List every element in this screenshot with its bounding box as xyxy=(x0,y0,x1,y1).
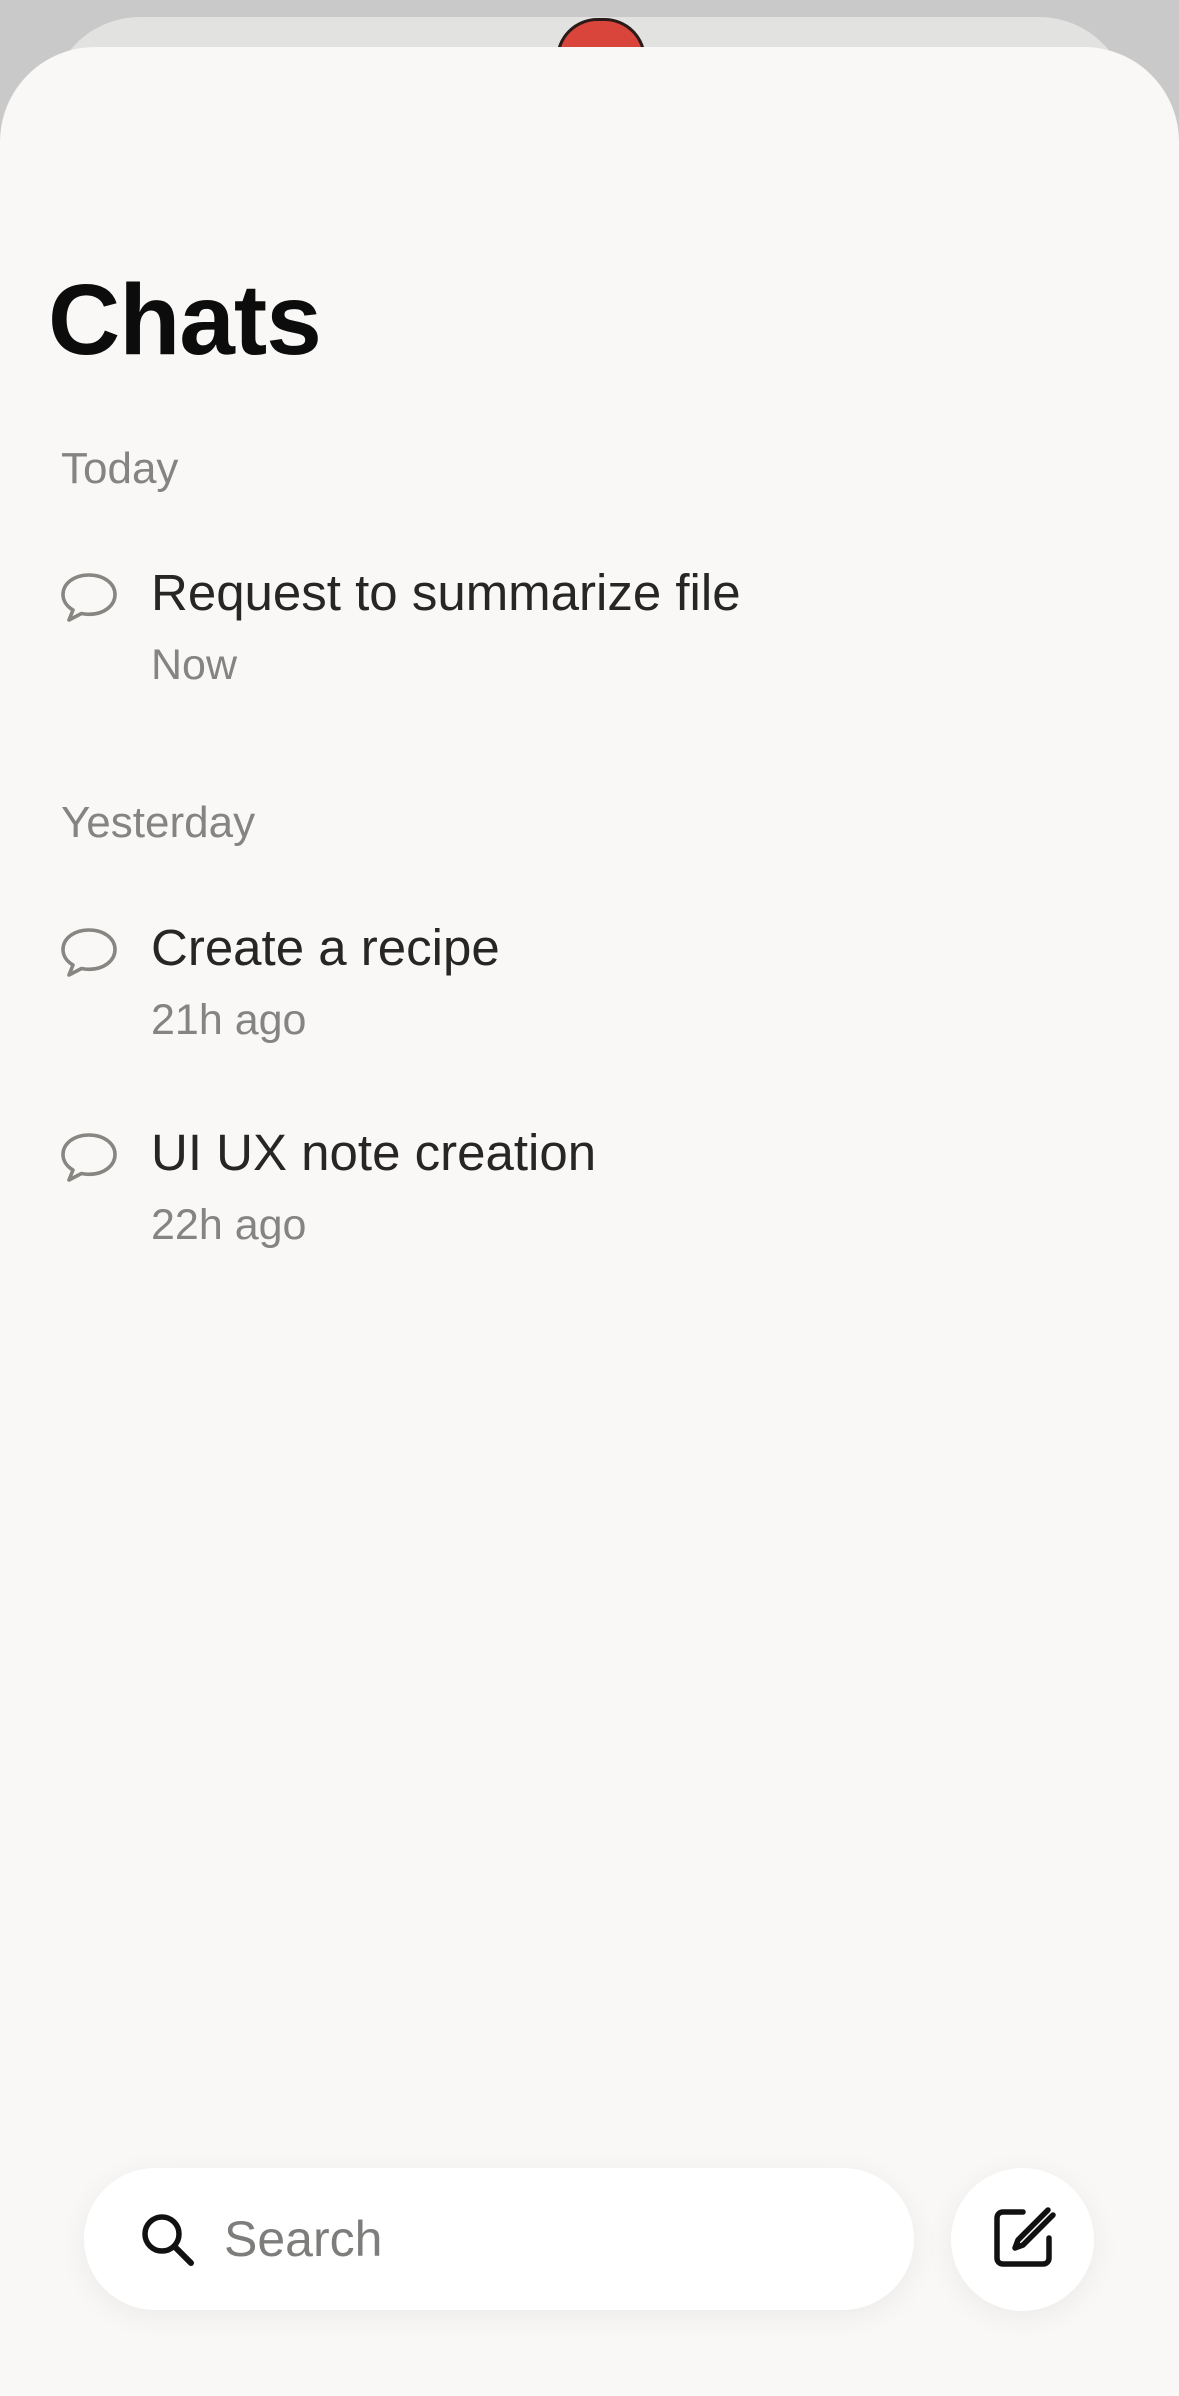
chat-bubble-icon xyxy=(61,1133,117,1182)
compose-button[interactable] xyxy=(951,2168,1094,2311)
chat-timestamp: 22h ago xyxy=(151,1201,307,1249)
page-title: Chats xyxy=(48,264,322,376)
chat-timestamp: 21h ago xyxy=(151,996,307,1044)
chat-title: Create a recipe xyxy=(151,919,500,976)
search-bar[interactable] xyxy=(84,2168,914,2310)
chat-title: UI UX note creation xyxy=(151,1124,597,1181)
chat-title: Request to summarize file xyxy=(151,564,741,621)
search-input[interactable] xyxy=(224,2198,864,2280)
chat-timestamp: Now xyxy=(151,641,238,689)
chat-bubble-icon xyxy=(61,928,117,977)
compose-icon xyxy=(994,2207,1056,2267)
section-header-yesterday: Yesterday xyxy=(61,798,256,847)
chat-item-request-to-summarize-file[interactable]: Request to summarize file Now xyxy=(40,562,1120,712)
chat-item-ui-ux-note-creation[interactable]: UI UX note creation 22h ago xyxy=(40,1122,1120,1272)
search-icon xyxy=(142,2214,194,2266)
chat-item-create-a-recipe[interactable]: Create a recipe 21h ago xyxy=(40,917,1120,1067)
chat-bubble-icon xyxy=(61,573,117,622)
section-header-today: Today xyxy=(61,444,179,493)
